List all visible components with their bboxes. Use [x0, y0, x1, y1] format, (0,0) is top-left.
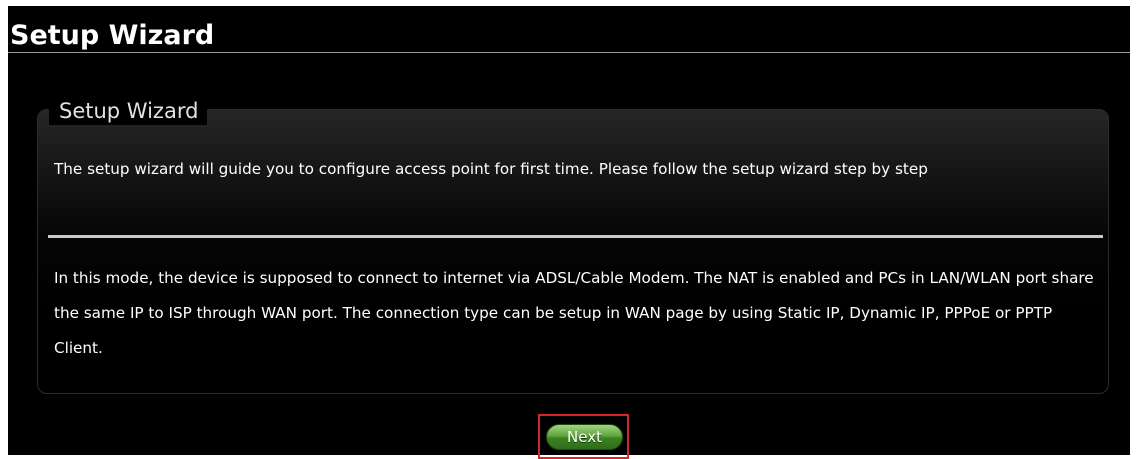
section-divider: [48, 235, 1103, 238]
setup-wizard-panel: Setup Wizard Setup Wizard The setup wiza…: [8, 6, 1130, 459]
wizard-legend: Setup Wizard: [49, 97, 208, 125]
next-button-highlight: Next: [538, 414, 629, 459]
next-button[interactable]: Next: [546, 424, 623, 450]
title-divider: [8, 52, 1130, 53]
wizard-intro-text: The setup wizard will guide you to confi…: [54, 160, 928, 178]
page-title: Setup Wizard: [10, 20, 215, 51]
mode-description-text: In this mode, the device is supposed to …: [54, 269, 1094, 357]
